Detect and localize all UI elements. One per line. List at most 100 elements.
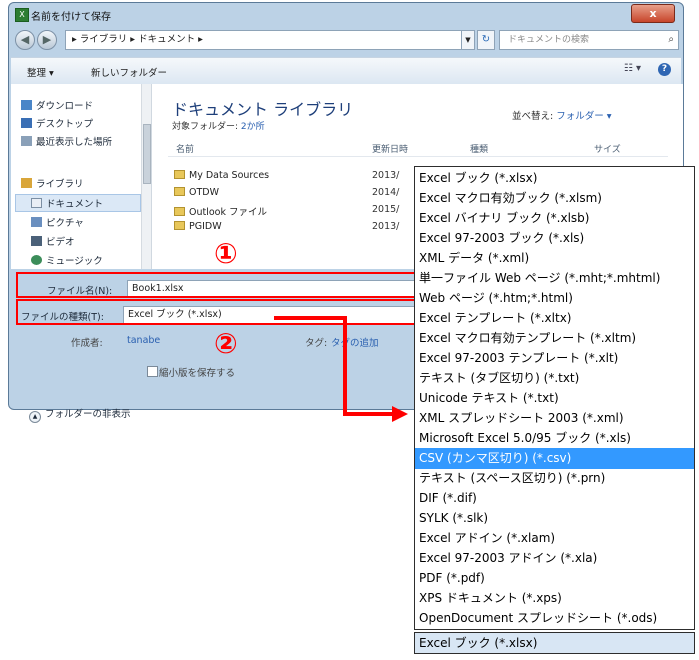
sort-by-button[interactable]: フォルダー ▾ [556,111,611,122]
filetype-option[interactable]: Microsoft Excel 5.0/95 ブック (*.xls) [415,428,694,449]
library-icon [21,178,32,188]
desktop-icon [21,118,32,128]
filetype-option[interactable]: SYLK (*.slk) [415,508,694,529]
filetype-option[interactable]: Excel マクロ有効テンプレート (*.xltm) [415,328,694,349]
hide-folders-button[interactable]: ▲ フォルダーの非表示 [29,406,131,423]
column-header-name[interactable]: 名前 [176,142,194,155]
window-title: 名前を付けて保存 [31,12,111,23]
file-date: 2013/ [372,221,400,232]
file-date: 2013/ [372,170,400,181]
thumbnail-label: 縮小版を保存する [159,368,236,379]
filetype-option[interactable]: Excel マクロ有効ブック (*.xlsm) [415,188,694,209]
toolbar: 整理 ▾ 新しいフォルダー ☷ ▾ ? [11,57,681,85]
filetype-option[interactable]: 単一ファイル Web ページ (*.mht;*.mhtml) [415,268,694,289]
sidebar-item-library[interactable]: ライブラリ [21,176,84,190]
filetype-option[interactable]: CSV (カンマ区切り) (*.csv) [415,448,694,469]
navigation-pane: ダウンロード デスクトップ 最近表示した場所 ライブラリ ドキュメント ピクチャ… [11,84,152,269]
address-row: ◀ ▶ ▸ ライブラリ ▸ ドキュメント ▸ ▼ ↻ ドキュメントの検索 ⌕ [15,28,679,52]
sidebar-item-pictures[interactable]: ピクチャ [31,215,84,229]
filetype-option[interactable]: Web ページ (*.htm;*.html) [415,288,694,309]
back-icon[interactable]: ◀ [15,30,35,50]
title-bar: X 名前を付けて保存 x [9,3,683,25]
highlight-filetype [16,299,418,325]
close-button[interactable]: x [631,4,675,23]
chevron-up-icon: ▲ [29,411,41,423]
file-date: 2014/ [372,187,400,198]
new-folder-button[interactable]: 新しいフォルダー [91,65,167,79]
column-header-type[interactable]: 種類 [470,142,488,155]
sort-control: 並べ替え: フォルダー ▾ [512,111,612,122]
view-options-icon[interactable]: ☷ ▾ [624,63,641,74]
column-header-size[interactable]: サイズ [594,142,621,155]
tags-value[interactable]: タグの追加 [331,335,379,349]
filetype-option[interactable]: PDF (*.pdf) [415,568,694,589]
list-item[interactable]: Outlook ファイル [174,204,267,218]
sidebar-item-music[interactable]: ミュージック [31,253,103,267]
filetype-option[interactable]: Excel 97-2003 アドイン (*.xla) [415,548,694,569]
filetype-option[interactable]: Excel テンプレート (*.xltx) [415,308,694,329]
excel-icon: X [15,8,29,22]
thumbnail-checkbox[interactable] [147,366,158,377]
highlight-filename [16,272,418,298]
help-icon[interactable]: ? [658,63,671,76]
filetype-option[interactable]: Excel バイナリ ブック (*.xlsb) [415,208,694,229]
list-item[interactable]: My Data Sources [174,170,269,181]
filetype-option[interactable]: Excel ブック (*.xlsx) [415,168,694,189]
folder-icon [174,170,185,179]
documents-icon [31,198,42,208]
filetype-option[interactable]: テキスト (スペース区切り) (*.prn) [415,468,694,489]
library-subtitle: 対象フォルダー: 2か所 [172,122,265,132]
sidebar-item-recent[interactable]: 最近表示した場所 [21,134,112,148]
filetype-option[interactable]: XML スプレッドシート 2003 (*.xml) [415,408,694,429]
filetype-option[interactable]: XML データ (*.xml) [415,248,694,269]
search-icon: ⌕ [668,34,674,45]
nav-scrollbar[interactable] [141,84,151,269]
sidebar-item-documents[interactable]: ドキュメント [31,196,103,210]
filetype-current-value[interactable]: Excel ブック (*.xlsx) [414,632,695,654]
column-divider [168,156,668,157]
download-icon [21,100,32,110]
filetype-dropdown-list[interactable]: Excel ブック (*.xlsx) Excel マクロ有効ブック (*.xlsm… [414,166,695,630]
filetype-option[interactable]: Excel 97-2003 テンプレート (*.xlt) [415,348,694,369]
list-item[interactable]: PGIDW [174,221,222,232]
recent-icon [21,136,32,146]
sidebar-item-downloads[interactable]: ダウンロード [21,98,93,112]
sidebar-item-desktop[interactable]: デスクトップ [21,116,93,130]
page-title: ドキュメント ライブラリ [172,100,354,119]
forward-icon[interactable]: ▶ [37,30,57,50]
address-bar[interactable]: ▸ ライブラリ ▸ ドキュメント ▸ [65,30,465,50]
column-header-date[interactable]: 更新日時 [372,142,408,155]
filetype-option[interactable]: テキスト (タブ区切り) (*.txt) [415,368,694,389]
arrow-segment [274,316,345,320]
arrow-segment [343,316,347,416]
search-placeholder: ドキュメントの検索 [508,35,590,45]
video-icon [31,236,42,246]
address-dropdown-icon[interactable]: ▼ [461,30,475,50]
filetype-option[interactable]: XPS ドキュメント (*.xps) [415,588,694,609]
music-icon [31,255,42,265]
nav-scroll-thumb[interactable] [143,124,151,184]
file-date: 2015/ [372,204,400,215]
arrow-segment [343,412,393,416]
folder-icon [174,221,185,230]
tags-label: タグ: [305,338,328,349]
folders-link[interactable]: 2か所 [241,122,265,132]
author-label: 作成者: [71,338,103,349]
filetype-option[interactable]: Excel アドイン (*.xlam) [415,528,694,549]
sidebar-item-video[interactable]: ビデオ [31,234,75,248]
marker-two: ② [214,327,238,360]
arrow-head [392,406,408,422]
filetype-option[interactable]: Unicode テキスト (*.txt) [415,388,694,409]
pictures-icon [31,217,42,227]
folder-icon [174,187,185,196]
filetype-option[interactable]: DIF (*.dif) [415,488,694,509]
refresh-icon[interactable]: ↻ [477,30,495,50]
filetype-option[interactable]: Excel 97-2003 ブック (*.xls) [415,228,694,249]
author-value[interactable]: tanabe [127,335,160,346]
search-input[interactable]: ドキュメントの検索 ⌕ [499,30,679,50]
marker-one: ① [214,237,238,270]
folder-icon [174,207,185,216]
filetype-option[interactable]: OpenDocument スプレッドシート (*.ods) [415,608,694,629]
organize-button[interactable]: 整理 ▾ [27,65,54,79]
list-item[interactable]: OTDW [174,187,219,198]
